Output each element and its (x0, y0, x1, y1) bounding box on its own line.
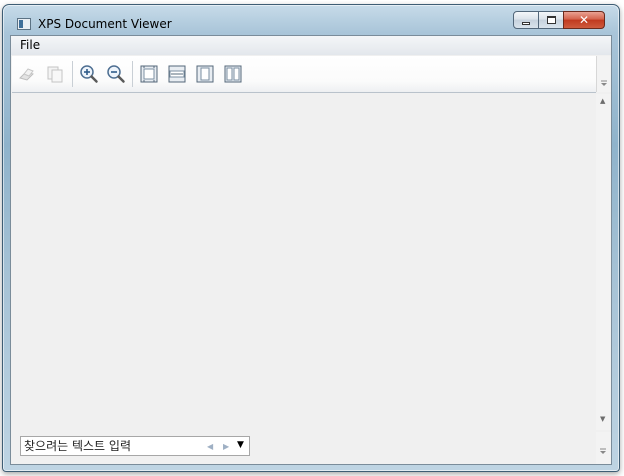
menu-bar: File (11, 36, 611, 55)
print-icon (19, 68, 34, 81)
zoom-out-button[interactable] (105, 63, 127, 85)
scroll-down-icon[interactable]: ▼ (600, 416, 605, 423)
title-bar[interactable]: XPS Document Viewer ✕ (3, 5, 619, 35)
toolbar (12, 56, 596, 93)
resize-grip[interactable] (596, 432, 611, 464)
window-title: XPS Document Viewer (38, 17, 172, 31)
zoom-out-icon (107, 65, 125, 83)
toolbar-overflow[interactable] (596, 56, 611, 92)
toolbar-separator (132, 61, 133, 87)
toolbar-separator (72, 61, 73, 87)
copy-icon (47, 66, 63, 83)
whole-page-button[interactable] (194, 63, 216, 85)
maximize-icon (546, 16, 556, 24)
actual-size-icon (140, 65, 158, 83)
two-pages-icon (224, 65, 242, 83)
two-pages-button[interactable] (222, 63, 244, 85)
page-width-icon (168, 65, 186, 83)
find-previous-icon[interactable]: ◀ (207, 442, 213, 451)
find-input[interactable] (21, 437, 204, 455)
close-icon: ✕ (578, 13, 590, 27)
minimize-button[interactable] (513, 11, 539, 29)
actual-size-button[interactable] (138, 63, 160, 85)
vertical-scrollbar[interactable]: ▲ ▼ (596, 94, 611, 430)
xps-app-icon[interactable] (17, 18, 31, 30)
app-window: XPS Document Viewer ✕ File ▲ ▼ 찾으려는 텍스트 … (2, 4, 620, 472)
zoom-in-icon (80, 65, 98, 83)
menu-file[interactable]: File (20, 38, 40, 52)
find-box: ◀ ▶ ▼ (20, 436, 250, 456)
document-viewer-area[interactable] (11, 94, 596, 430)
whole-page-icon (196, 65, 214, 83)
scroll-up-icon[interactable]: ▲ (600, 98, 605, 105)
close-button[interactable]: ✕ (563, 11, 605, 29)
maximize-button[interactable] (538, 11, 564, 29)
minimize-icon (522, 21, 530, 25)
chevron-down-icon (601, 80, 607, 86)
caption-buttons: ✕ (513, 11, 605, 30)
chevron-down-icon (600, 448, 606, 454)
find-options-dropdown-icon[interactable]: ▼ (237, 440, 244, 450)
find-toolbar: ◀ ▶ ▼ (12, 432, 596, 460)
find-next-icon[interactable]: ▶ (223, 442, 229, 451)
zoom-in-button[interactable] (78, 63, 100, 85)
page-width-button[interactable] (166, 63, 188, 85)
copy-button[interactable] (44, 63, 66, 85)
print-button[interactable] (16, 63, 38, 85)
client-area: File ▲ ▼ 찾으려는 텍스트 입력 ◀ ▶ ▼ (10, 35, 612, 465)
